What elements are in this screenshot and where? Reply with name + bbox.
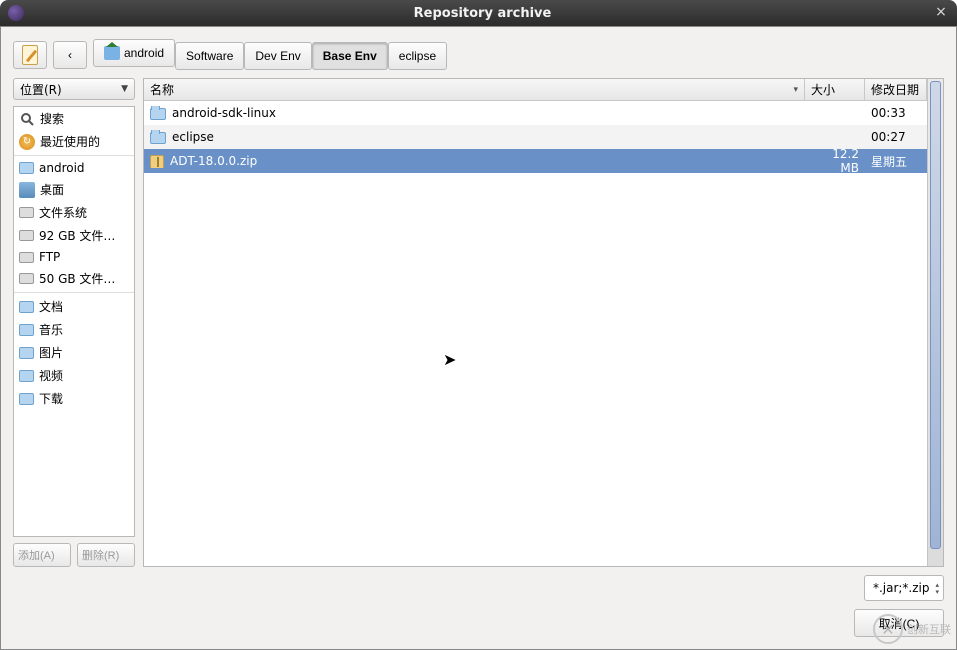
folder-icon: [19, 301, 34, 313]
archive-icon: [150, 155, 164, 168]
sidebar-item[interactable]: 音乐: [14, 318, 134, 341]
sidebar-item-label: 音乐: [39, 321, 63, 338]
scrollbar[interactable]: [927, 79, 943, 566]
sidebar-item[interactable]: 搜索: [14, 107, 134, 130]
file-date: 00:33: [865, 106, 927, 120]
places-sidebar: 位置(R) ▼ 搜索 ↻ 最近使用的 android 桌面文件系统 92 GB 文件… FT…: [13, 78, 135, 567]
breadcrumb-segment[interactable]: eclipse: [388, 42, 447, 70]
sidebar-item-label: 文档: [39, 298, 63, 315]
edit-path-button[interactable]: [13, 41, 47, 69]
drive-icon: [19, 252, 34, 263]
sidebar-item[interactable]: 下载: [14, 387, 134, 410]
sidebar-item-label: 50 GB 文件…: [39, 270, 115, 287]
search-icon: [19, 111, 35, 127]
places-header[interactable]: 位置(R) ▼: [13, 78, 135, 100]
sidebar-item[interactable]: 文档: [14, 295, 134, 318]
file-name: android-sdk-linux: [172, 106, 276, 120]
path-toolbar: ‹ android Software Dev Env Base Env eclipse: [13, 39, 944, 70]
drive-icon: [19, 207, 34, 218]
column-date[interactable]: 修改日期: [865, 79, 927, 100]
file-row[interactable]: android-sdk-linux 00:33: [144, 101, 927, 125]
file-filter-value: *.jar;*.zip: [873, 581, 930, 595]
add-place-button[interactable]: 添加(A): [13, 543, 71, 567]
sidebar-item-label: 最近使用的: [40, 133, 100, 150]
cancel-button[interactable]: 取消(C): [854, 609, 944, 637]
folder-icon: [150, 132, 166, 144]
dialog-body: ‹ android Software Dev Env Base Env eclipse …: [0, 26, 957, 650]
column-name[interactable]: 名称 ▾: [144, 79, 805, 100]
close-icon[interactable]: ×: [933, 5, 949, 21]
folder-icon: [19, 162, 34, 174]
drive-icon: [19, 273, 34, 284]
sidebar-item[interactable]: 视频: [14, 364, 134, 387]
sidebar-item[interactable]: 文件系统: [14, 201, 134, 224]
file-filter-select[interactable]: *.jar;*.zip ▴▾: [864, 575, 944, 601]
breadcrumb-label: Dev Env: [255, 49, 300, 63]
sidebar-item-label: 下载: [39, 390, 63, 407]
sidebar-item-label: 92 GB 文件…: [39, 227, 115, 244]
folder-icon: [19, 347, 34, 359]
sidebar-item[interactable]: android: [14, 158, 134, 178]
breadcrumb-segment[interactable]: android: [93, 39, 175, 67]
places-label: 位置(R): [20, 81, 62, 98]
sidebar-item-label: FTP: [39, 250, 60, 264]
pencil-icon: [20, 45, 40, 65]
file-date: 00:27: [865, 130, 927, 144]
sidebar-item[interactable]: 桌面: [14, 178, 134, 201]
sidebar-item-label: 视频: [39, 367, 63, 384]
file-area: 名称 ▾ 大小 修改日期 android-sdk-linux 00:33 eclip…: [143, 78, 944, 567]
folder-icon: [19, 393, 34, 405]
sidebar-item[interactable]: FTP: [14, 247, 134, 267]
breadcrumb-label: eclipse: [399, 49, 436, 63]
sidebar-item[interactable]: ↻ 最近使用的: [14, 130, 134, 153]
spinner-icon[interactable]: ▴▾: [935, 582, 939, 595]
file-name: eclipse: [172, 130, 214, 144]
folder-icon: [19, 370, 34, 382]
app-icon: [8, 5, 24, 21]
sidebar-item-label: 图片: [39, 344, 63, 361]
file-row[interactable]: eclipse 00:27: [144, 125, 927, 149]
places-list[interactable]: 搜索 ↻ 最近使用的 android 桌面文件系统 92 GB 文件… FTP 50 GB 文…: [13, 106, 135, 537]
drive-icon: [19, 230, 34, 241]
sidebar-item[interactable]: 图片: [14, 341, 134, 364]
folder-icon: [19, 324, 34, 336]
back-button[interactable]: ‹: [53, 41, 87, 69]
window-title: Repository archive: [32, 6, 933, 21]
breadcrumb-label: android: [124, 46, 164, 60]
titlebar[interactable]: Repository archive ×: [0, 0, 957, 26]
column-size[interactable]: 大小: [805, 79, 865, 100]
breadcrumb-segment[interactable]: Dev Env: [244, 42, 311, 70]
sidebar-item-label: 搜索: [40, 110, 64, 127]
sidebar-item-label: android: [39, 161, 85, 175]
sidebar-item-label: 桌面: [40, 181, 64, 198]
breadcrumb-label: Software: [186, 49, 233, 63]
recent-icon: ↻: [19, 134, 35, 150]
file-list-header[interactable]: 名称 ▾ 大小 修改日期: [144, 79, 927, 101]
file-date: 星期五: [865, 153, 927, 170]
remove-place-button[interactable]: 删除(R): [77, 543, 135, 567]
desktop-icon: [19, 182, 35, 198]
scrollbar-thumb[interactable]: [930, 81, 941, 549]
file-size: 12.2 MB: [805, 147, 865, 175]
breadcrumb-segment[interactable]: Software: [175, 42, 244, 70]
chevron-down-icon: ▼: [121, 84, 128, 94]
sidebar-item-label: 文件系统: [39, 204, 87, 221]
sidebar-item[interactable]: 92 GB 文件…: [14, 224, 134, 247]
breadcrumb-label: Base Env: [323, 49, 377, 63]
chevron-left-icon: ‹: [68, 48, 72, 62]
breadcrumb-segment[interactable]: Base Env: [312, 42, 388, 70]
sidebar-item[interactable]: 50 GB 文件…: [14, 267, 134, 290]
file-row[interactable]: ADT-18.0.0.zip 12.2 MB星期五: [144, 149, 927, 173]
folder-icon: [150, 108, 166, 120]
home-folder-icon: [104, 46, 120, 60]
file-name: ADT-18.0.0.zip: [170, 154, 257, 168]
file-list[interactable]: android-sdk-linux 00:33 eclipse 00:27 ADT-18…: [144, 101, 927, 566]
sort-indicator-icon: ▾: [793, 85, 798, 95]
